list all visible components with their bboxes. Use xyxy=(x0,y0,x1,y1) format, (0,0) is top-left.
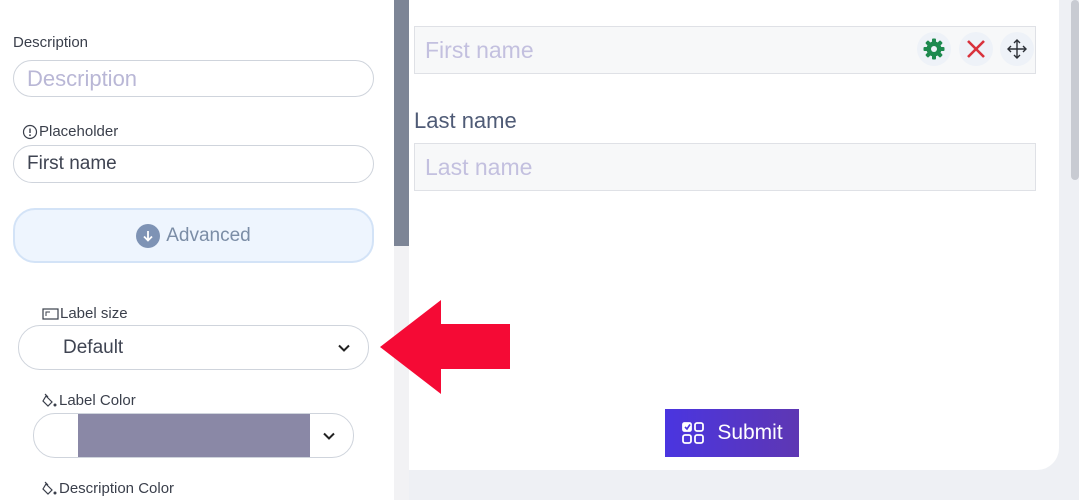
label-size-label-row: Label size xyxy=(42,305,128,322)
page-scrollbar-thumb[interactable] xyxy=(1071,0,1079,180)
label-color-label: Label Color xyxy=(59,392,136,409)
resize-icon xyxy=(42,307,59,320)
chevron-down-icon xyxy=(323,432,335,440)
label-color-label-row: Label Color xyxy=(42,392,136,409)
arrow-down-circle-icon xyxy=(136,223,161,248)
last-name-field[interactable]: Last name xyxy=(414,143,1036,191)
apps-check-icon xyxy=(682,422,705,444)
field-delete-button[interactable] xyxy=(959,32,993,66)
paint-bucket-icon xyxy=(42,393,57,407)
chevron-down-icon xyxy=(338,344,350,352)
placeholder-label-row: Placeholder xyxy=(22,123,118,140)
move-icon xyxy=(1007,39,1027,59)
info-circle-icon xyxy=(22,124,38,139)
description-color-label-row: Description Color xyxy=(42,480,174,497)
close-icon xyxy=(967,40,985,58)
last-name-label: Last name xyxy=(414,108,517,133)
description-input[interactable]: Description xyxy=(13,60,374,97)
submit-label: Submit xyxy=(717,421,783,444)
description-color-label: Description Color xyxy=(59,480,175,497)
gear-icon xyxy=(923,38,945,60)
placeholder-input[interactable]: First name xyxy=(13,145,374,183)
submit-button[interactable]: Submit xyxy=(665,409,799,457)
description-label: Description xyxy=(13,34,89,51)
placeholder-label: Placeholder xyxy=(39,123,119,140)
panel-scrollbar-thumb[interactable] xyxy=(394,0,409,246)
advanced-button[interactable]: Advanced xyxy=(13,208,374,263)
settings-panel: Description Description Placeholder Firs… xyxy=(0,0,394,500)
label-size-value: Default xyxy=(63,336,124,358)
paint-bucket-icon xyxy=(42,481,57,495)
label-size-label: Label size xyxy=(60,305,128,322)
advanced-button-label: Advanced xyxy=(166,224,251,246)
label-color-picker[interactable] xyxy=(33,413,354,458)
field-move-button[interactable] xyxy=(1000,32,1034,66)
annotation-arrow xyxy=(380,300,510,394)
field-settings-button[interactable] xyxy=(917,32,951,66)
label-color-swatch[interactable] xyxy=(78,414,310,457)
label-size-select[interactable]: Default xyxy=(18,325,369,370)
